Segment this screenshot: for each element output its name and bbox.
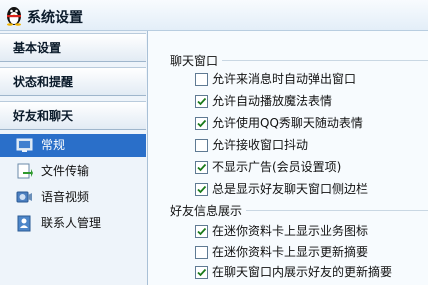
checkbox-window-shake[interactable]	[195, 139, 208, 152]
sidebar-section-status[interactable]: 状态和提醒	[0, 67, 146, 96]
checkbox-qqshow-emoticon[interactable]	[195, 117, 208, 130]
option-label: 在迷你资料卡上显示业务图标	[212, 224, 369, 238]
option-label: 允许自动播放魔法表情	[212, 94, 333, 108]
sidebar-item-label: 常规	[41, 138, 66, 152]
option-label: 在迷你资料卡上显示更新摘要	[212, 245, 369, 259]
sidebar-item-label: 语音视频	[41, 190, 90, 204]
checkmark-icon	[197, 227, 207, 236]
checkbox-business-icon[interactable]	[195, 225, 208, 238]
contact-management-icon	[17, 215, 31, 232]
checkbox-hide-ads[interactable]	[195, 161, 208, 174]
checkmark-icon	[197, 97, 207, 106]
checkmark-icon	[197, 268, 207, 277]
general-settings-icon	[16, 138, 33, 152]
file-transfer-icon	[17, 163, 33, 179]
option-label: 允许接收窗口抖动	[212, 138, 309, 152]
group-divider	[222, 60, 428, 61]
checkbox-magic-emoticon[interactable]	[195, 95, 208, 108]
checkmark-icon	[197, 163, 207, 172]
group-heading-friend-info: 好友信息展示	[170, 204, 243, 218]
checkbox-mini-card-updates[interactable]	[195, 246, 208, 259]
checkbox-auto-popup[interactable]	[195, 73, 208, 86]
option-label: 总是显示好友聊天窗口侧边栏	[212, 182, 369, 196]
sidebar-item-general[interactable]: 常规	[0, 134, 146, 157]
checkmark-icon	[197, 119, 207, 128]
group-divider	[246, 210, 428, 211]
checkbox-chat-window-updates[interactable]	[195, 266, 208, 279]
group-heading-chat-window: 聊天窗口	[170, 54, 219, 68]
option-label: 允许使用QQ秀聊天随动表情	[212, 116, 363, 130]
sidebar-item-voice-video[interactable]: 语音视频	[0, 186, 146, 209]
qq-penguin-icon	[7, 7, 21, 26]
window-title: 系统设置	[27, 10, 83, 26]
sidebar-item-label: 联系人管理	[41, 216, 102, 230]
sidebar-section-friends-chat[interactable]: 好友和聊天	[0, 101, 146, 130]
sidebar-section-basic[interactable]: 基本设置	[0, 33, 146, 62]
option-label: 不显示广告(会员设置项)	[212, 160, 342, 174]
voice-video-icon	[16, 191, 32, 203]
title-bar: 系统设置	[0, 0, 428, 31]
sidebar-item-file-transfer[interactable]: 文件传输	[0, 160, 146, 183]
option-label: 允许来消息时自动弹出窗口	[212, 72, 357, 86]
option-label: 在聊天窗口内展示好友的更新摘要	[212, 265, 393, 279]
sidebar-item-contact-management[interactable]: 联系人管理	[0, 212, 146, 235]
sidebar-item-label: 文件传输	[41, 164, 90, 178]
checkbox-show-sidebar[interactable]	[195, 183, 208, 196]
checkmark-icon	[197, 185, 207, 194]
